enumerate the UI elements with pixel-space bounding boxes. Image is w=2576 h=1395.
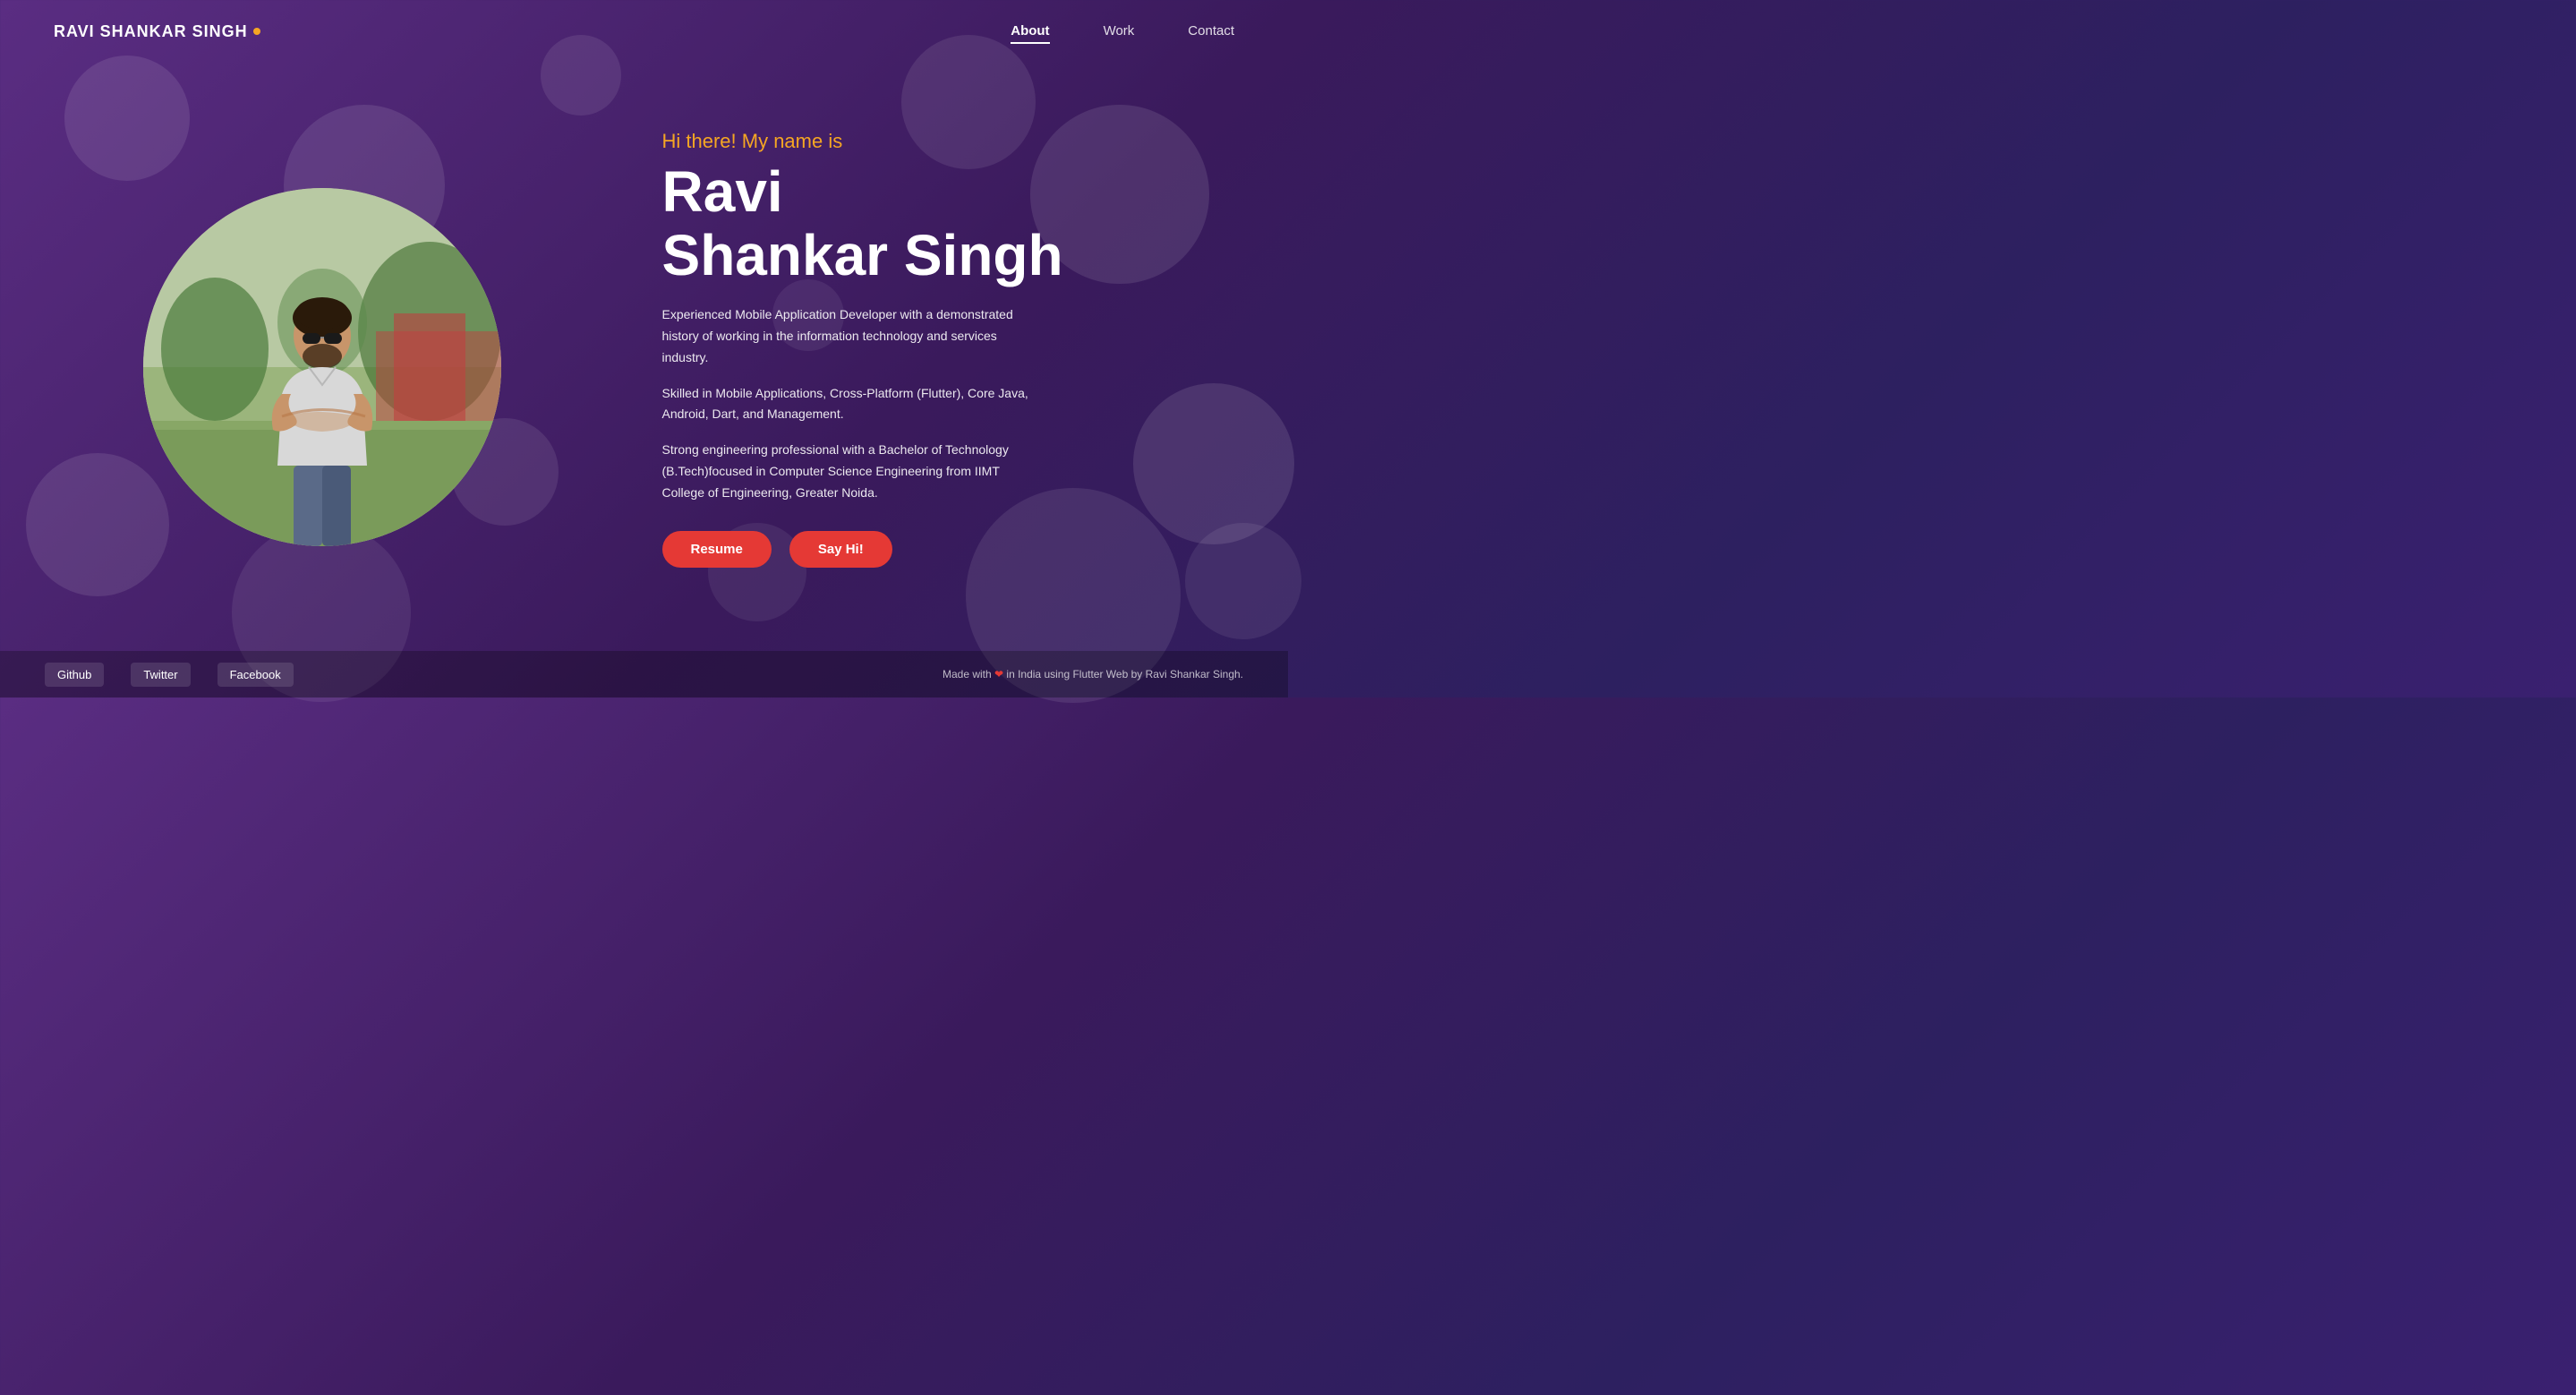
nav-item-contact[interactable]: Contact <box>1188 23 1234 39</box>
nav-item-about[interactable]: About <box>1011 23 1049 39</box>
nav-links: About Work Contact <box>1011 23 1234 39</box>
navbar: RAVI SHANKAR SINGH About Work Contact <box>0 0 1288 63</box>
logo-text: RAVI SHANKAR SINGH <box>54 22 248 41</box>
cta-buttons: Resume Say Hi! <box>662 531 1217 568</box>
nav-link-about[interactable]: About <box>1011 23 1049 39</box>
greeting-text: Hi there! My name is <box>662 130 1217 153</box>
footer-link-facebook[interactable]: Facebook <box>218 663 294 687</box>
logo: RAVI SHANKAR SINGH <box>54 22 260 41</box>
first-name: Ravi <box>662 160 1217 223</box>
footer-link-twitter[interactable]: Twitter <box>131 663 190 687</box>
main-content: Hi there! My name is Ravi Shankar Singh … <box>0 0 1288 698</box>
heart-icon: ❤ <box>994 668 1003 680</box>
hero-name: Ravi Shankar Singh <box>662 160 1217 287</box>
description-1: Experienced Mobile Application Developer… <box>662 304 1038 368</box>
nav-item-work[interactable]: Work <box>1104 23 1135 39</box>
description-3: Strong engineering professional with a B… <box>662 440 1038 503</box>
sayhi-button[interactable]: Say Hi! <box>789 531 892 568</box>
logo-dot <box>253 28 260 35</box>
content-section: Hi there! My name is Ravi Shankar Singh … <box>644 76 1289 620</box>
footer-links: Github Twitter Facebook <box>45 663 294 687</box>
photo-section <box>0 152 644 546</box>
profile-photo <box>143 188 501 546</box>
description-2: Skilled in Mobile Applications, Cross-Pl… <box>662 383 1038 426</box>
footer: Github Twitter Facebook Made with ❤ in I… <box>0 651 1288 698</box>
footer-link-github[interactable]: Github <box>45 663 104 687</box>
nav-link-contact[interactable]: Contact <box>1188 23 1234 39</box>
footer-credit: Made with ❤ in India using Flutter Web b… <box>943 668 1243 680</box>
last-name: Shankar Singh <box>662 224 1217 287</box>
resume-button[interactable]: Resume <box>662 531 772 568</box>
nav-link-work[interactable]: Work <box>1104 23 1135 39</box>
